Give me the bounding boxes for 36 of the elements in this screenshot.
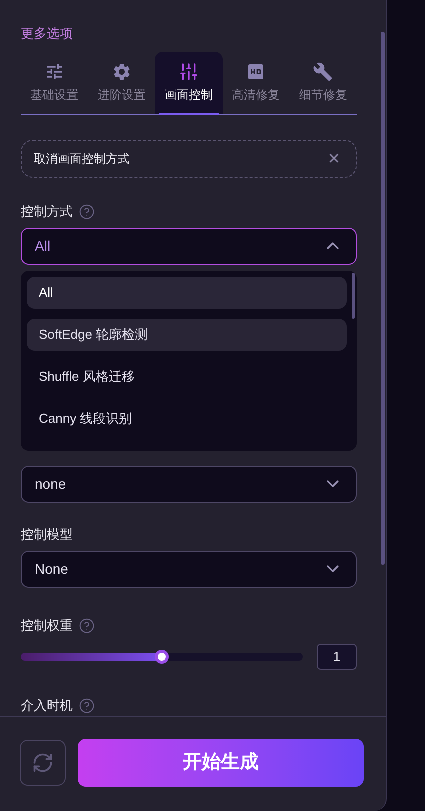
cancel-control-button[interactable]: 取消画面控制方式 × — [21, 140, 357, 178]
help-icon[interactable] — [79, 204, 95, 220]
field-label: 介入时机 — [21, 696, 73, 715]
slider-thumb[interactable] — [155, 650, 169, 664]
field-label: 控制方式 — [21, 202, 73, 221]
help-icon[interactable] — [79, 618, 95, 634]
tab[interactable]: 画面控制 — [155, 52, 223, 114]
refresh-icon — [32, 752, 54, 774]
scrollbar-thumb[interactable] — [381, 32, 385, 565]
tab[interactable]: 细节修复 — [290, 52, 358, 114]
tab[interactable]: 进阶设置 — [88, 52, 156, 114]
field-label: 控制模型 — [21, 526, 73, 544]
tab[interactable]: 基础设置 — [21, 52, 88, 114]
dropdown-option[interactable]: Shuffle 风格迁移 — [27, 360, 347, 392]
close-icon[interactable]: × — [328, 148, 340, 168]
weight-input[interactable]: 1 — [317, 644, 357, 670]
tab[interactable]: 高清修复 — [222, 52, 290, 114]
wrench-icon — [313, 62, 334, 82]
gear-icon — [112, 62, 132, 82]
section-title: 更多选项 — [21, 25, 74, 43]
dropdown-scrollbar-thumb[interactable] — [352, 272, 355, 318]
sliders-icon — [44, 62, 65, 82]
help-icon[interactable] — [79, 698, 95, 714]
dropdown-option[interactable]: All — [27, 276, 347, 308]
refresh-button[interactable] — [20, 740, 66, 786]
sliders-icon — [179, 62, 199, 82]
dropdown-option[interactable]: Canny 线段识别 — [27, 402, 347, 434]
dropdown-option[interactable]: SoftEdge 轮廓检测 — [27, 318, 347, 350]
hd-icon — [246, 62, 266, 82]
tab-indicator — [159, 112, 219, 114]
slider-track[interactable] — [21, 652, 303, 660]
select-field[interactable]: none — [21, 466, 357, 502]
field-label: 控制权重 — [21, 616, 73, 635]
select-field[interactable]: All — [21, 228, 357, 264]
generate-button[interactable]: 开始生成 — [78, 739, 364, 787]
select-field[interactable]: None — [21, 550, 357, 588]
